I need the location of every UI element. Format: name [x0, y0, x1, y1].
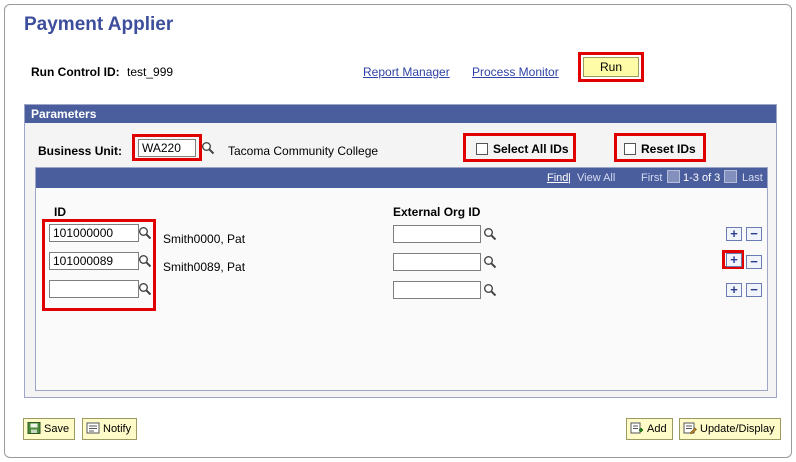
ext-org-input-row-2[interactable]: [393, 253, 481, 271]
id-grid: Find | View All First 1-3 of 3 Last ID E…: [35, 167, 768, 391]
notify-icon: [86, 422, 100, 434]
delete-row-button[interactable]: −: [746, 255, 762, 269]
first-link[interactable]: First: [641, 168, 662, 188]
parameters-panel: Parameters Business Unit: WA220 Tacoma C…: [24, 104, 777, 398]
id-input-row-1[interactable]: 101000000: [49, 224, 139, 242]
update-display-button[interactable]: Update/Display: [679, 418, 781, 440]
select-all-checkbox-box[interactable]: [476, 143, 488, 155]
run-control-value: test_999: [127, 65, 174, 79]
id-lookup-icon[interactable]: [138, 282, 152, 296]
next-arrow-icon[interactable]: [724, 168, 737, 188]
update-display-icon: [683, 422, 697, 434]
id-name-row-1: Smith0000, Pat: [163, 232, 246, 246]
grid-separator: |: [568, 172, 571, 184]
notify-label: Notify: [103, 423, 132, 435]
find-link[interactable]: Find: [547, 168, 568, 188]
add-row-button[interactable]: +: [726, 227, 742, 241]
select-all-ids-label: Select All IDs: [493, 142, 569, 156]
save-icon: [27, 422, 41, 434]
add-icon: [630, 422, 643, 434]
run-control-label: Run Control ID:: [31, 65, 120, 79]
delete-row-button[interactable]: −: [746, 283, 762, 297]
process-monitor-link[interactable]: Process Monitor: [472, 65, 559, 79]
select-all-ids-checkbox[interactable]: Select All IDs: [476, 142, 569, 156]
reset-ids-checkbox-box[interactable]: [624, 143, 636, 155]
add-row-button[interactable]: +: [726, 283, 742, 297]
last-link[interactable]: Last: [742, 168, 763, 188]
row-range: 1-3 of 3: [683, 172, 721, 184]
ext-org-input-row-1[interactable]: [393, 225, 481, 243]
business-unit-description: Tacoma Community College: [228, 144, 379, 158]
report-manager-link[interactable]: Report Manager: [363, 65, 450, 79]
reset-ids-checkbox[interactable]: Reset IDs: [624, 142, 696, 156]
page-title: Payment Applier: [24, 14, 174, 35]
parameters-header: Parameters: [25, 105, 776, 123]
ext-org-lookup-icon[interactable]: [483, 227, 497, 241]
business-unit-label: Business Unit:: [38, 144, 123, 158]
ext-org-lookup-icon[interactable]: [483, 283, 497, 297]
update-display-label: Update/Display: [700, 423, 775, 435]
run-button[interactable]: Run: [583, 57, 639, 77]
business-unit-lookup-icon[interactable]: [201, 141, 215, 155]
prev-arrow-icon[interactable]: [667, 168, 680, 188]
col-header-id: ID: [54, 205, 66, 219]
view-all-link[interactable]: View All: [577, 168, 615, 188]
notify-button[interactable]: Notify: [82, 418, 138, 440]
id-input-row-2[interactable]: 101000089: [49, 252, 139, 270]
add-button[interactable]: Add: [626, 418, 673, 440]
add-label: Add: [647, 423, 667, 435]
col-header-external-org-id: External Org ID: [393, 205, 481, 219]
reset-ids-label: Reset IDs: [641, 142, 696, 156]
business-unit-input[interactable]: WA220: [138, 139, 196, 157]
id-name-row-2: Smith0089, Pat: [163, 260, 246, 274]
grid-navigation-bar: Find | View All First 1-3 of 3 Last: [36, 168, 767, 188]
ext-org-lookup-icon[interactable]: [483, 255, 497, 269]
save-label: Save: [44, 423, 70, 435]
ext-org-input-row-3[interactable]: [393, 281, 481, 299]
add-row-button[interactable]: +: [726, 253, 742, 267]
id-lookup-icon[interactable]: [138, 226, 152, 240]
id-input-row-3[interactable]: [49, 280, 139, 298]
delete-row-button[interactable]: −: [746, 227, 762, 241]
save-button[interactable]: Save: [23, 418, 76, 440]
id-lookup-icon[interactable]: [138, 254, 152, 268]
